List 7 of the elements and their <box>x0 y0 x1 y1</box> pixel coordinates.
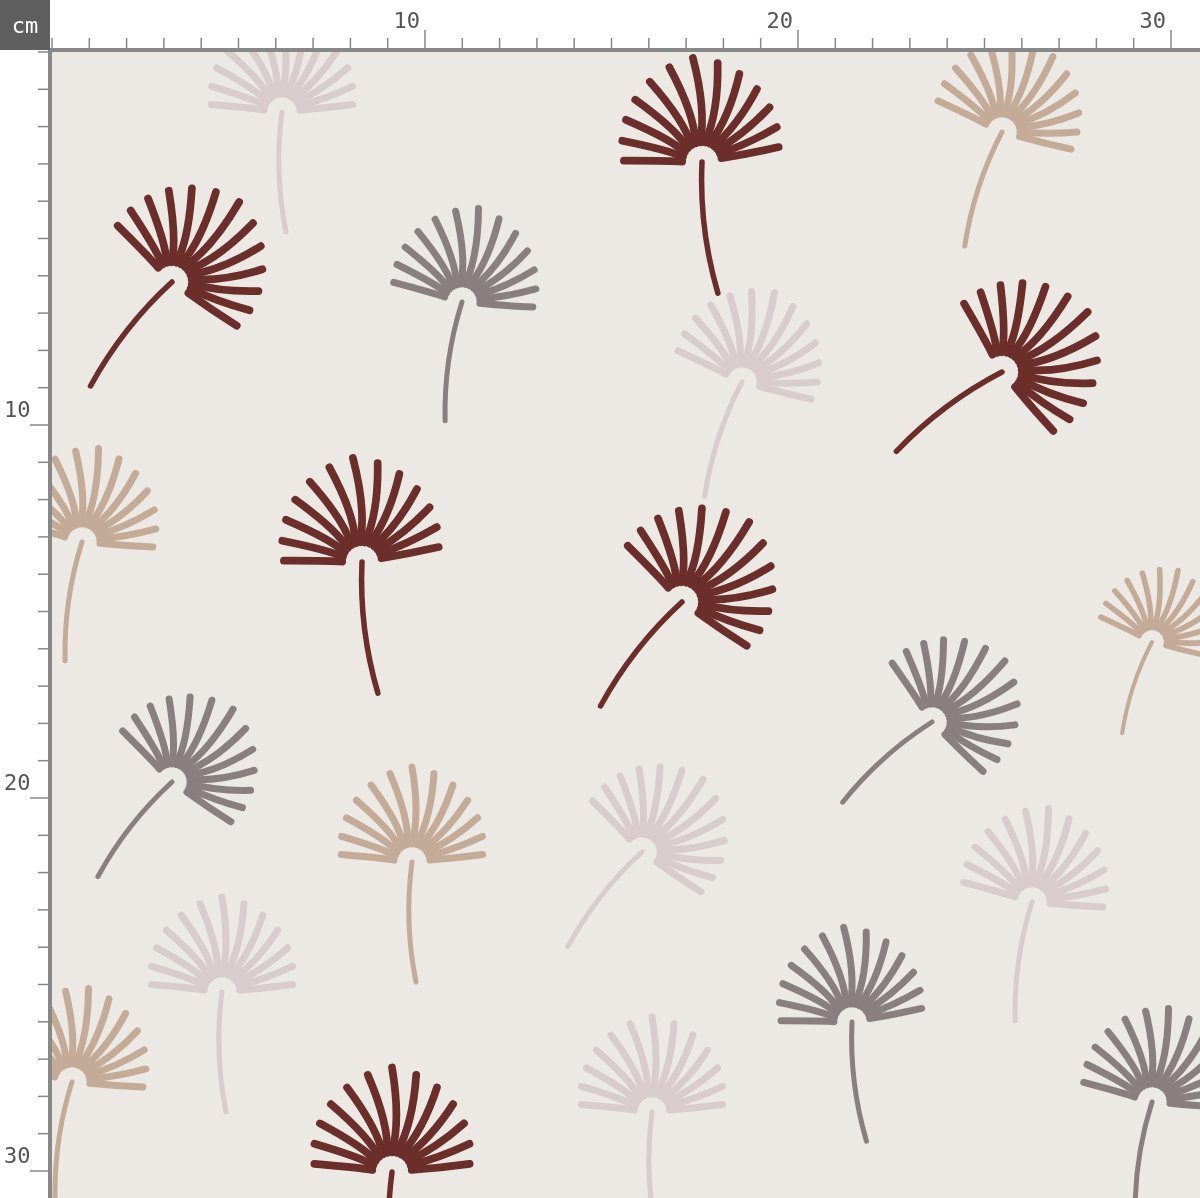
ruler-label: 10 <box>393 8 420 33</box>
ruler-label: 30 <box>4 1143 31 1168</box>
unit-label: cm <box>0 0 50 50</box>
ruler-label: 20 <box>766 8 793 33</box>
ruler-label: 10 <box>4 397 31 422</box>
ruler-label: 30 <box>1139 8 1166 33</box>
ruler-label: 20 <box>4 770 31 795</box>
